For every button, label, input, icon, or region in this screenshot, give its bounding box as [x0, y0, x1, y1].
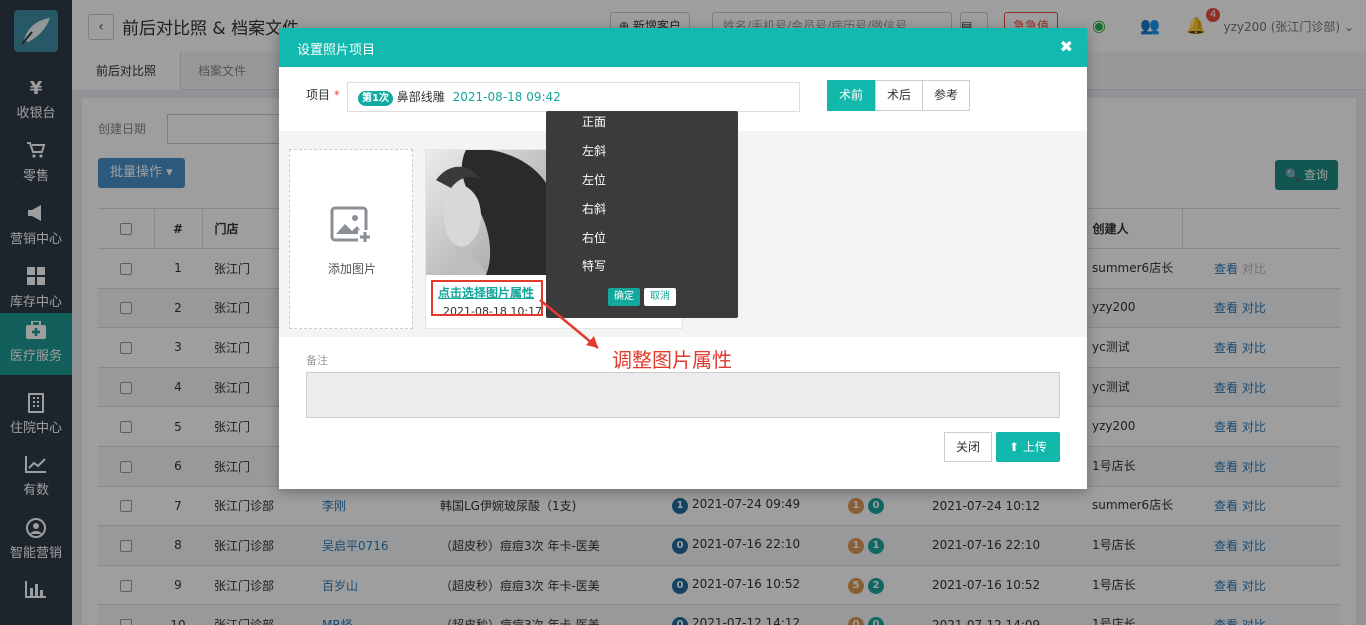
annotation-arrow — [539, 299, 599, 349]
annotation-text: 调整图片属性 — [612, 348, 732, 372]
